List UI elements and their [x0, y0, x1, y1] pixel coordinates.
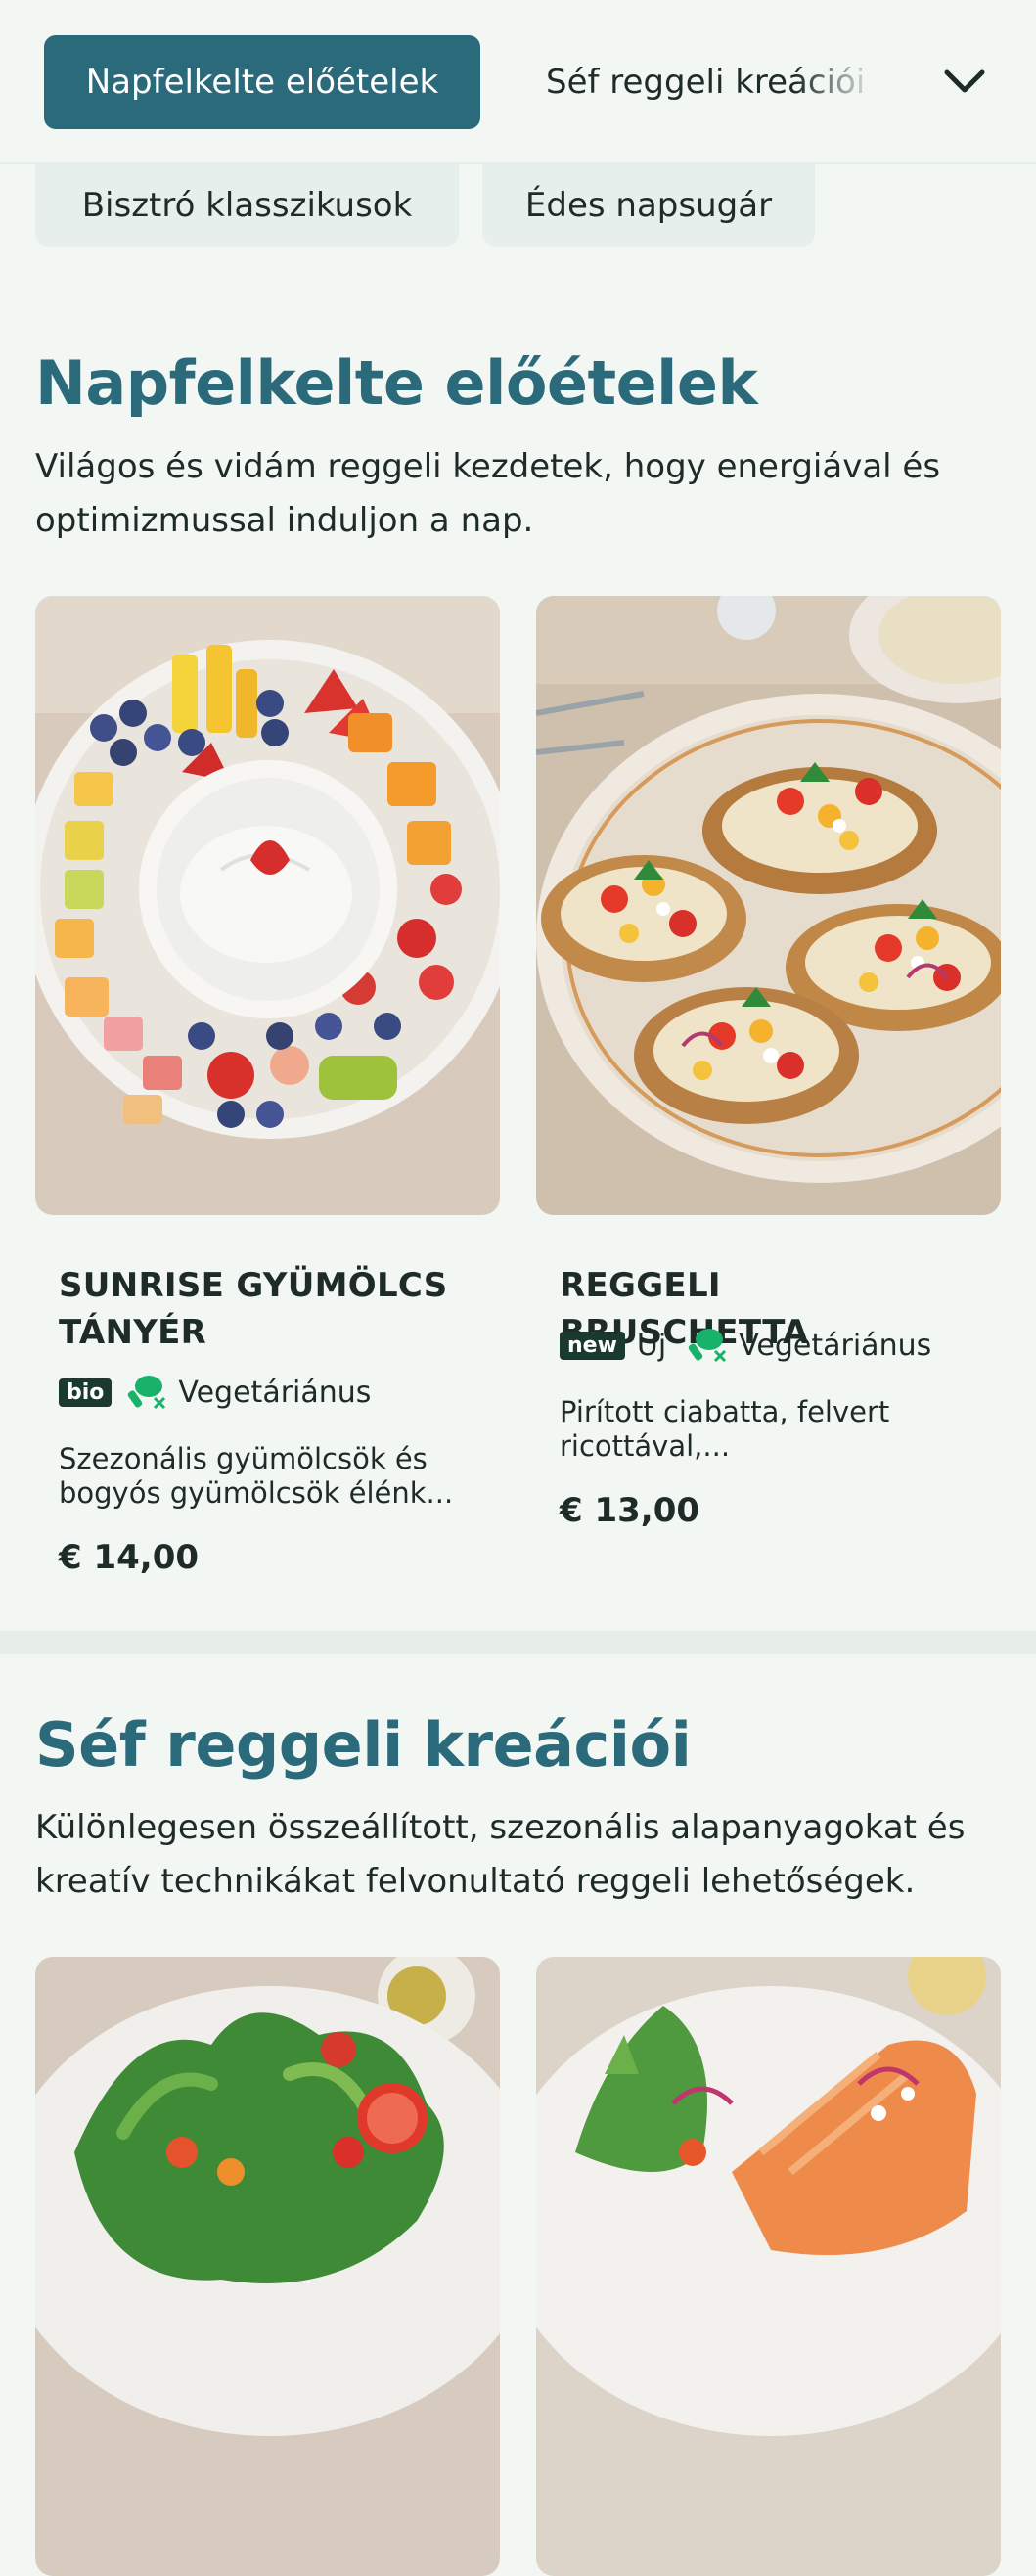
- card-tags: new Új Vegetáriánus: [560, 1326, 931, 1365]
- fruit-platter-image[interactable]: [35, 596, 500, 1215]
- vegetarian-drumstick-crossed-icon: [688, 1329, 727, 1363]
- vegetarian-label: Vegetáriánus: [739, 1328, 932, 1363]
- salad-image[interactable]: [35, 1957, 500, 2576]
- category-nav: Napfelkelte előételek Séf reggeli kreáci…: [0, 0, 1036, 164]
- new-label: Új: [636, 1328, 667, 1363]
- card-title: SUNRISE GYÜMÖLCS TÁNYÉR: [59, 1266, 448, 1352]
- chevron-down-icon[interactable]: [939, 59, 990, 106]
- tab-edes-napsugar[interactable]: Édes napsugár: [482, 164, 815, 247]
- card-description: Szezonális gyümölcsök és bogyós gyümölcs…: [59, 1442, 454, 1510]
- section-title: Napfelkelte előételek: [35, 347, 758, 419]
- vegetarian-label: Vegetáriánus: [178, 1375, 372, 1410]
- category-nav-expanded: Bisztró klasszikusok Édes napsugár: [0, 164, 1036, 247]
- tab-sef-reggeli-kreacioi[interactable]: Séf reggeli kreációi: [546, 35, 878, 129]
- salmon-dish-image[interactable]: [536, 1957, 1001, 2576]
- new-badge: new: [560, 1331, 625, 1360]
- card-description: Pirított ciabatta, felvert ricottával,..…: [560, 1395, 890, 1463]
- card-tags: bio Vegetáriánus: [59, 1373, 371, 1412]
- tab-napfelkelte-eloetelek[interactable]: Napfelkelte előételek: [44, 35, 480, 129]
- bio-badge: bio: [59, 1378, 113, 1407]
- section-title: Séf reggeli kreációi: [35, 1709, 692, 1781]
- section-description: Világos és vidám reggeli kezdetek, hogy …: [35, 447, 941, 540]
- section-description: Különlegesen összeállított, szezonális a…: [35, 1808, 966, 1901]
- section-divider: [0, 1631, 1036, 1654]
- card-price: € 14,00: [59, 1538, 200, 1577]
- bruschetta-image[interactable]: [536, 596, 1001, 1215]
- vegetarian-drumstick-crossed-icon: [128, 1376, 166, 1410]
- card-price: € 13,00: [560, 1491, 700, 1530]
- tab-bisztro-klasszikusok[interactable]: Bisztró klasszikusok: [35, 164, 459, 247]
